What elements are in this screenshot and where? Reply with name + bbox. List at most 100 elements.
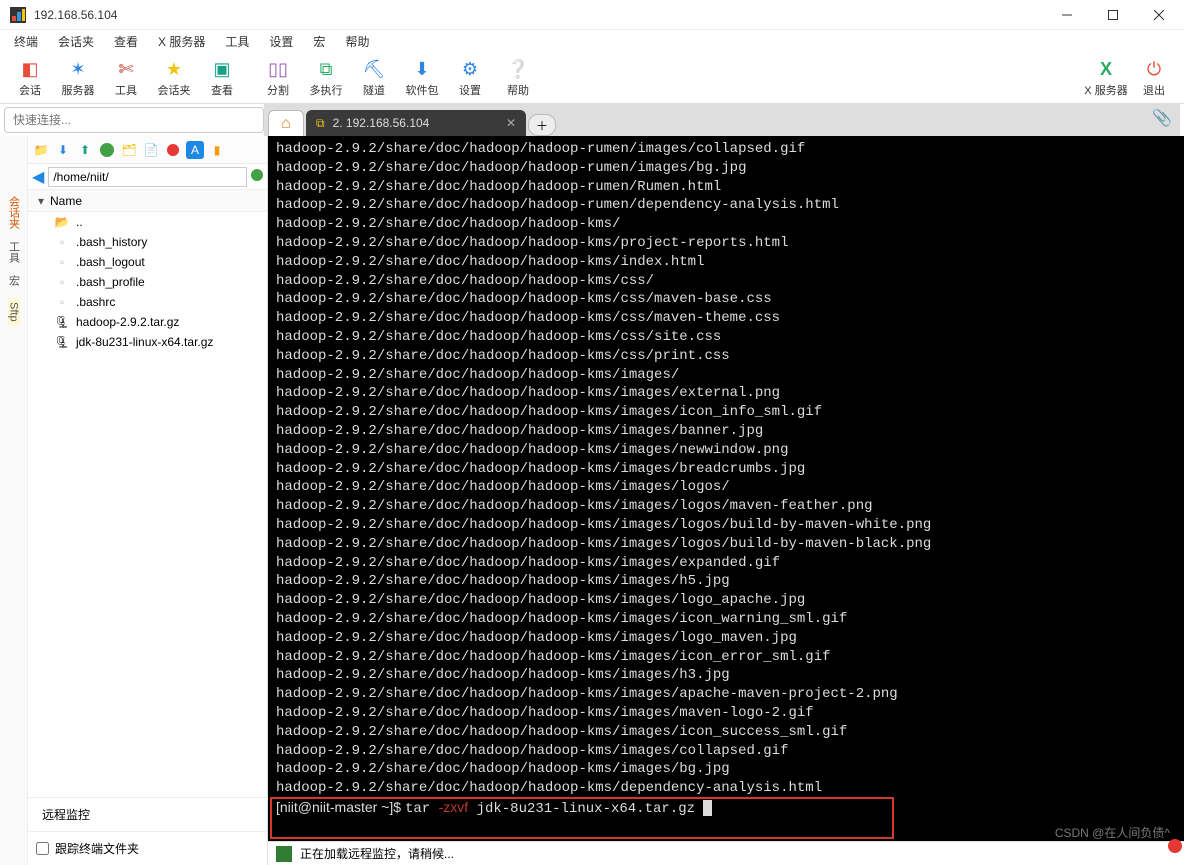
remote-monitor-row[interactable]: 远程监控 xyxy=(28,797,267,831)
menu-xserver[interactable]: X 服务器 xyxy=(150,31,213,52)
minimize-button[interactable] xyxy=(1044,0,1090,30)
toolbar-sessfolder[interactable]: ★会话夹 xyxy=(150,58,198,98)
terminal-icon: ⧉ xyxy=(316,116,325,131)
exit-icon: ⏻ xyxy=(1142,58,1166,82)
maximize-button[interactable] xyxy=(1090,0,1136,30)
plus-icon: ＋ xyxy=(536,117,548,134)
toolbar-help[interactable]: ❔帮助 xyxy=(494,58,542,98)
x-server-icon: X xyxy=(1094,58,1118,82)
sort-arrow-icon: ▾ xyxy=(38,194,50,208)
newfolder-icon[interactable]: 🗂 xyxy=(120,141,138,159)
toolbar-session-label: 会话 xyxy=(19,82,41,98)
quick-connect-row: ⌂ ⧉ 2. 192.168.56.104 ✕ ＋ 📎 xyxy=(0,104,1184,136)
file-name: .bash_history xyxy=(76,235,147,249)
file-list-header[interactable]: ▾ Name xyxy=(28,190,267,212)
file-name: .. xyxy=(76,215,83,229)
file-name: .bash_profile xyxy=(76,275,145,289)
file-row[interactable]: ▫.bash_logout xyxy=(28,252,267,272)
archive-icon: 🗜 xyxy=(54,334,70,350)
gear-icon: ⚙ xyxy=(458,58,482,82)
packages-icon: ⬇ xyxy=(410,58,434,82)
toolbar-help-label: 帮助 xyxy=(507,82,529,98)
file-icon: ▫ xyxy=(54,274,70,290)
toolbar-servers-label: 服务器 xyxy=(62,82,95,98)
file-list[interactable]: 📂..▫.bash_history▫.bash_logout▫.bash_pro… xyxy=(28,212,267,797)
file-row[interactable]: ▫.bash_history xyxy=(28,232,267,252)
toolbar-exit[interactable]: ⏻退出 xyxy=(1130,58,1178,98)
menu-settings[interactable]: 设置 xyxy=(261,31,301,52)
toolbar-tools[interactable]: ✄工具 xyxy=(102,58,150,98)
status-icon xyxy=(276,846,292,862)
file-row[interactable]: ▫ .bash_profile xyxy=(28,272,267,292)
left-rail: 会话夹 工具 宏 Sftp xyxy=(0,136,28,865)
menu-terminal[interactable]: 终端 xyxy=(6,31,46,52)
up-dir-icon: 📂 xyxy=(54,214,70,230)
help-icon: ❔ xyxy=(506,58,530,82)
status-error-icon xyxy=(1168,839,1182,853)
path-input[interactable] xyxy=(48,167,247,187)
tools-icon: ✄ xyxy=(114,58,138,82)
tab-close-icon[interactable]: ✕ xyxy=(506,116,516,130)
rail-sftp[interactable]: Sftp xyxy=(8,298,20,326)
multiexec-icon: ⧉ xyxy=(314,58,338,82)
file-panel: 📁 ⬇ ⬆ 🗂 📄 A ▮ ◀ ▾ Name 📂..▫.bash_history… xyxy=(28,136,268,865)
toolbar-multiexec-label: 多执行 xyxy=(310,82,343,98)
paperclip-icon[interactable]: 📎 xyxy=(1152,108,1172,128)
copy-icon[interactable]: 📄 xyxy=(142,141,160,159)
toolbar-packages[interactable]: ⬇软件包 xyxy=(398,58,446,98)
rail-sessions[interactable]: 会话夹 xyxy=(6,196,22,229)
menu-macros[interactable]: 宏 xyxy=(305,31,333,52)
statusbar: 正在加载远程监控，请稍候... xyxy=(268,841,1184,865)
menu-help[interactable]: 帮助 xyxy=(337,31,377,52)
download-icon[interactable]: ⬇ xyxy=(54,141,72,159)
file-name: jdk-8u231-linux-x64.tar.gz xyxy=(76,335,213,349)
edit-icon[interactable]: A xyxy=(186,141,204,159)
file-path-row: ◀ xyxy=(28,164,267,190)
file-icon: ▫ xyxy=(54,294,70,310)
titlebar: 192.168.56.104 xyxy=(0,0,1184,30)
track-folder-row[interactable]: 跟踪终端文件夹 xyxy=(28,831,267,865)
rail-tools[interactable]: 工具 xyxy=(6,241,22,263)
toolbar-split-label: 分割 xyxy=(267,82,289,98)
toolbar-tunnel[interactable]: ⛏隧道 xyxy=(350,58,398,98)
refresh-icon[interactable] xyxy=(98,141,116,159)
track-folder-checkbox[interactable] xyxy=(36,842,49,855)
rail-macros[interactable]: 宏 xyxy=(6,275,22,286)
home-icon: ⌂ xyxy=(281,115,291,133)
toolbar-multiexec[interactable]: ⧉多执行 xyxy=(302,58,350,98)
toolbar-xserver[interactable]: XX 服务器 xyxy=(1082,58,1130,98)
menu-tools[interactable]: 工具 xyxy=(217,31,257,52)
cursor xyxy=(703,800,712,816)
back-icon[interactable]: ◀ xyxy=(32,167,44,187)
toolbar-session[interactable]: ◧会话 xyxy=(6,58,54,98)
bookmark-icon[interactable]: ▮ xyxy=(208,141,226,159)
file-row[interactable]: 🗜 jdk-8u231-linux-x64.tar.gz xyxy=(28,332,267,352)
menu-sessions[interactable]: 会话夹 xyxy=(50,31,102,52)
terminal[interactable]: hadoop-2.9.2/share/doc/hadoop/hadoop-rum… xyxy=(268,136,1184,841)
toolbar-packages-label: 软件包 xyxy=(406,82,439,98)
folder-icon[interactable]: 📁 xyxy=(32,141,50,159)
main-area: 会话夹 工具 宏 Sftp 📁 ⬇ ⬆ 🗂 📄 A ▮ ◀ ▾ Name 📂..… xyxy=(0,136,1184,865)
toolbar-settings[interactable]: ⚙设置 xyxy=(446,58,494,98)
upload-icon[interactable]: ⬆ xyxy=(76,141,94,159)
file-row[interactable]: 📂.. xyxy=(28,212,267,232)
toolbar-tunnel-label: 隧道 xyxy=(363,82,385,98)
file-name: .bashrc xyxy=(76,295,115,309)
toolbar-exit-label: 退出 xyxy=(1143,82,1165,98)
tab-home[interactable]: ⌂ xyxy=(268,110,304,136)
toolbar-view[interactable]: ▣查看 xyxy=(198,58,246,98)
menu-view[interactable]: 查看 xyxy=(106,31,146,52)
quick-connect-input[interactable] xyxy=(4,107,264,133)
watermark: CSDN @在人间负债^ xyxy=(1055,824,1170,841)
delete-icon[interactable] xyxy=(164,141,182,159)
toolbar-settings-label: 设置 xyxy=(459,82,481,98)
file-row[interactable]: 🗜hadoop-2.9.2.tar.gz xyxy=(28,312,267,332)
status-text: 正在加载远程监控，请稍候... xyxy=(300,845,454,862)
tab-add-button[interactable]: ＋ xyxy=(528,114,556,136)
close-button[interactable] xyxy=(1136,0,1182,30)
tab-bar: ⌂ ⧉ 2. 192.168.56.104 ✕ ＋ 📎 xyxy=(264,104,1180,136)
file-row[interactable]: ▫ .bashrc xyxy=(28,292,267,312)
toolbar-split[interactable]: ▯▯分割 xyxy=(254,58,302,98)
toolbar-servers[interactable]: ✶服务器 xyxy=(54,58,102,98)
tab-active[interactable]: ⧉ 2. 192.168.56.104 ✕ xyxy=(306,110,526,136)
